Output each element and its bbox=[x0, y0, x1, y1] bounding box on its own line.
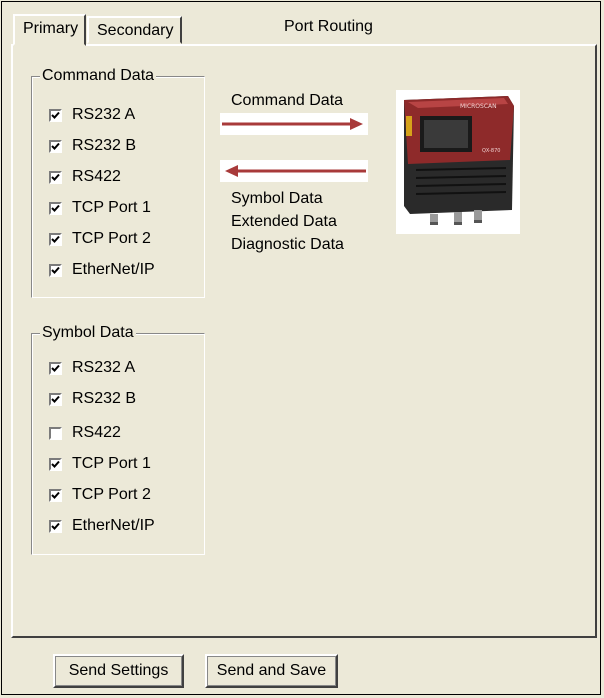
scanner-device-image: MICROSCAN QX-870 bbox=[396, 90, 520, 234]
symbol-data-arrow bbox=[220, 160, 368, 182]
command-rs422-checkbox[interactable]: RS422 bbox=[49, 167, 121, 187]
send-settings-label: Send Settings bbox=[68, 662, 169, 679]
checkmark-icon bbox=[51, 111, 60, 119]
command-ethernet-ip-checkbox[interactable]: EtherNet/IP bbox=[49, 260, 155, 280]
svg-text:QX-870: QX-870 bbox=[482, 148, 500, 154]
checkbox-label: TCP Port 1 bbox=[72, 199, 151, 216]
checkbox-label: RS232 B bbox=[72, 390, 137, 407]
checkbox-box bbox=[49, 232, 62, 246]
checkmark-icon bbox=[51, 173, 60, 181]
command-tcp-port2-checkbox[interactable]: TCP Port 2 bbox=[49, 229, 151, 249]
checkbox-label: EtherNet/IP bbox=[72, 261, 155, 278]
command-data-legend: Command Data bbox=[40, 67, 157, 85]
send-and-save-label: Send and Save bbox=[216, 662, 327, 679]
output-label-extended: Extended Data bbox=[231, 213, 337, 230]
svg-text:MICROSCAN: MICROSCAN bbox=[460, 103, 497, 110]
symbol-ethernet-ip-checkbox[interactable]: EtherNet/IP bbox=[49, 516, 155, 536]
checkbox-box bbox=[49, 263, 62, 277]
checkmark-icon bbox=[51, 395, 60, 403]
symbol-rs232a-checkbox[interactable]: RS232 A bbox=[49, 358, 135, 378]
tab-secondary-label: Secondary bbox=[97, 22, 174, 39]
checkbox-label: RS422 bbox=[72, 424, 121, 441]
command-rs232b-checkbox[interactable]: RS232 B bbox=[49, 136, 136, 156]
checkbox-box bbox=[49, 457, 62, 471]
tab-primary-label: Primary bbox=[23, 20, 79, 37]
command-rs232a-checkbox[interactable]: RS232 A bbox=[49, 105, 135, 125]
checkmark-icon bbox=[51, 204, 60, 212]
checkbox-box bbox=[49, 361, 62, 375]
symbol-tcp-port1-checkbox[interactable]: TCP Port 1 bbox=[49, 454, 151, 474]
panel-title: Port Routing bbox=[284, 18, 373, 35]
checkbox-box bbox=[49, 170, 62, 184]
checkmark-icon bbox=[51, 491, 60, 499]
send-and-save-button[interactable]: Send and Save bbox=[205, 654, 338, 688]
command-data-arrow-label: Command Data bbox=[231, 92, 344, 109]
checkbox-label: RS422 bbox=[72, 168, 121, 185]
checkbox-label: TCP Port 1 bbox=[72, 455, 151, 472]
checkmark-icon bbox=[51, 364, 60, 372]
symbol-data-legend: Symbol Data bbox=[40, 324, 136, 342]
checkbox-box bbox=[49, 108, 62, 122]
checkbox-box bbox=[49, 139, 62, 153]
checkmark-icon bbox=[51, 522, 60, 530]
tab-secondary[interactable]: Secondary bbox=[87, 16, 182, 44]
right-arrow-icon bbox=[222, 118, 363, 130]
symbol-data-group: Symbol Data RS232 A RS232 B RS422 TCP Po… bbox=[31, 324, 205, 555]
checkbox-box bbox=[49, 488, 62, 502]
command-data-group: Command Data RS232 A RS232 B RS422 TCP P… bbox=[31, 67, 205, 298]
command-tcp-port1-checkbox[interactable]: TCP Port 1 bbox=[49, 198, 151, 218]
checkbox-box bbox=[49, 201, 62, 215]
checkbox-box bbox=[49, 426, 62, 440]
checkbox-label: RS232 A bbox=[72, 106, 136, 123]
symbol-rs232b-checkbox[interactable]: RS232 B bbox=[49, 389, 136, 409]
command-data-arrow bbox=[220, 113, 368, 135]
left-arrow-icon bbox=[225, 165, 366, 177]
checkbox-label: EtherNet/IP bbox=[72, 517, 155, 534]
checkbox-box bbox=[49, 392, 62, 406]
send-settings-button[interactable]: Send Settings bbox=[53, 654, 184, 688]
checkmark-icon bbox=[51, 460, 60, 468]
tab-primary[interactable]: Primary bbox=[13, 14, 87, 46]
checkbox-label: TCP Port 2 bbox=[72, 486, 151, 503]
symbol-rs422-checkbox[interactable]: RS422 bbox=[49, 423, 121, 443]
checkbox-box bbox=[49, 519, 62, 533]
checkbox-label: RS232 B bbox=[72, 137, 137, 154]
checkmark-icon bbox=[51, 266, 60, 274]
checkmark-icon bbox=[51, 142, 60, 150]
output-label-symbol: Symbol Data bbox=[231, 190, 323, 207]
checkmark-icon bbox=[51, 235, 60, 243]
checkbox-label: TCP Port 2 bbox=[72, 230, 151, 247]
symbol-tcp-port2-checkbox[interactable]: TCP Port 2 bbox=[49, 485, 151, 505]
checkbox-label: RS232 A bbox=[72, 359, 136, 376]
scanner-icon: MICROSCAN QX-870 bbox=[404, 96, 514, 225]
output-label-diagnostic: Diagnostic Data bbox=[231, 236, 344, 253]
